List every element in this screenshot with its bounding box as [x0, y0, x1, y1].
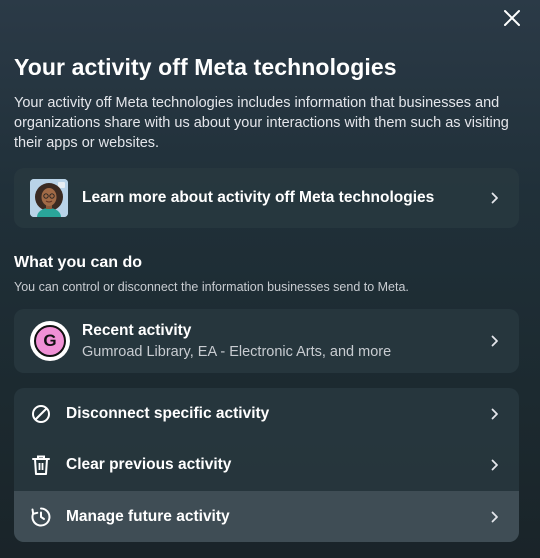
chevron-right-icon — [489, 459, 501, 471]
gumroad-logo-icon: G — [34, 325, 66, 357]
learn-more-illustration — [30, 179, 68, 217]
action-label: Manage future activity — [66, 507, 230, 525]
action-label: Disconnect specific activity — [66, 404, 270, 422]
learn-more-row[interactable]: Learn more about activity off Meta techn… — [14, 168, 519, 228]
chevron-right-icon — [489, 511, 501, 523]
recent-activity-title: Recent activity — [82, 322, 192, 339]
learn-more-label: Learn more about activity off Meta techn… — [82, 189, 435, 206]
chevron-right-icon — [489, 335, 501, 347]
close-button[interactable] — [500, 6, 524, 30]
manage-future-activity-button[interactable]: Manage future activity — [14, 491, 519, 542]
recent-activity-card[interactable]: G Recent activity Gumroad Library, EA - … — [14, 309, 519, 373]
history-icon — [30, 506, 52, 528]
section-subtitle: You can control or disconnect the inform… — [14, 280, 409, 294]
recent-activity-subtitle: Gumroad Library, EA - Electronic Arts, a… — [82, 344, 392, 360]
actions-card: Disconnect specific activity Clear previ… — [14, 388, 519, 542]
chevron-right-icon — [489, 192, 501, 204]
page-title: Your activity off Meta technologies — [14, 54, 397, 80]
clear-activity-button[interactable]: Clear previous activity — [14, 440, 519, 492]
recent-activity-badge: G — [30, 321, 70, 361]
section-title: What you can do — [14, 254, 142, 271]
disconnect-activity-button[interactable]: Disconnect specific activity — [14, 388, 519, 440]
page-description: Your activity off Meta technologies incl… — [14, 95, 509, 151]
close-icon — [504, 10, 520, 26]
learn-more-card[interactable]: Learn more about activity off Meta techn… — [14, 168, 519, 228]
action-label: Clear previous activity — [66, 456, 232, 474]
recent-activity-row[interactable]: G Recent activity Gumroad Library, EA - … — [14, 309, 519, 373]
disconnect-icon — [30, 403, 52, 425]
chevron-right-icon — [489, 408, 501, 420]
trash-icon — [30, 454, 52, 476]
